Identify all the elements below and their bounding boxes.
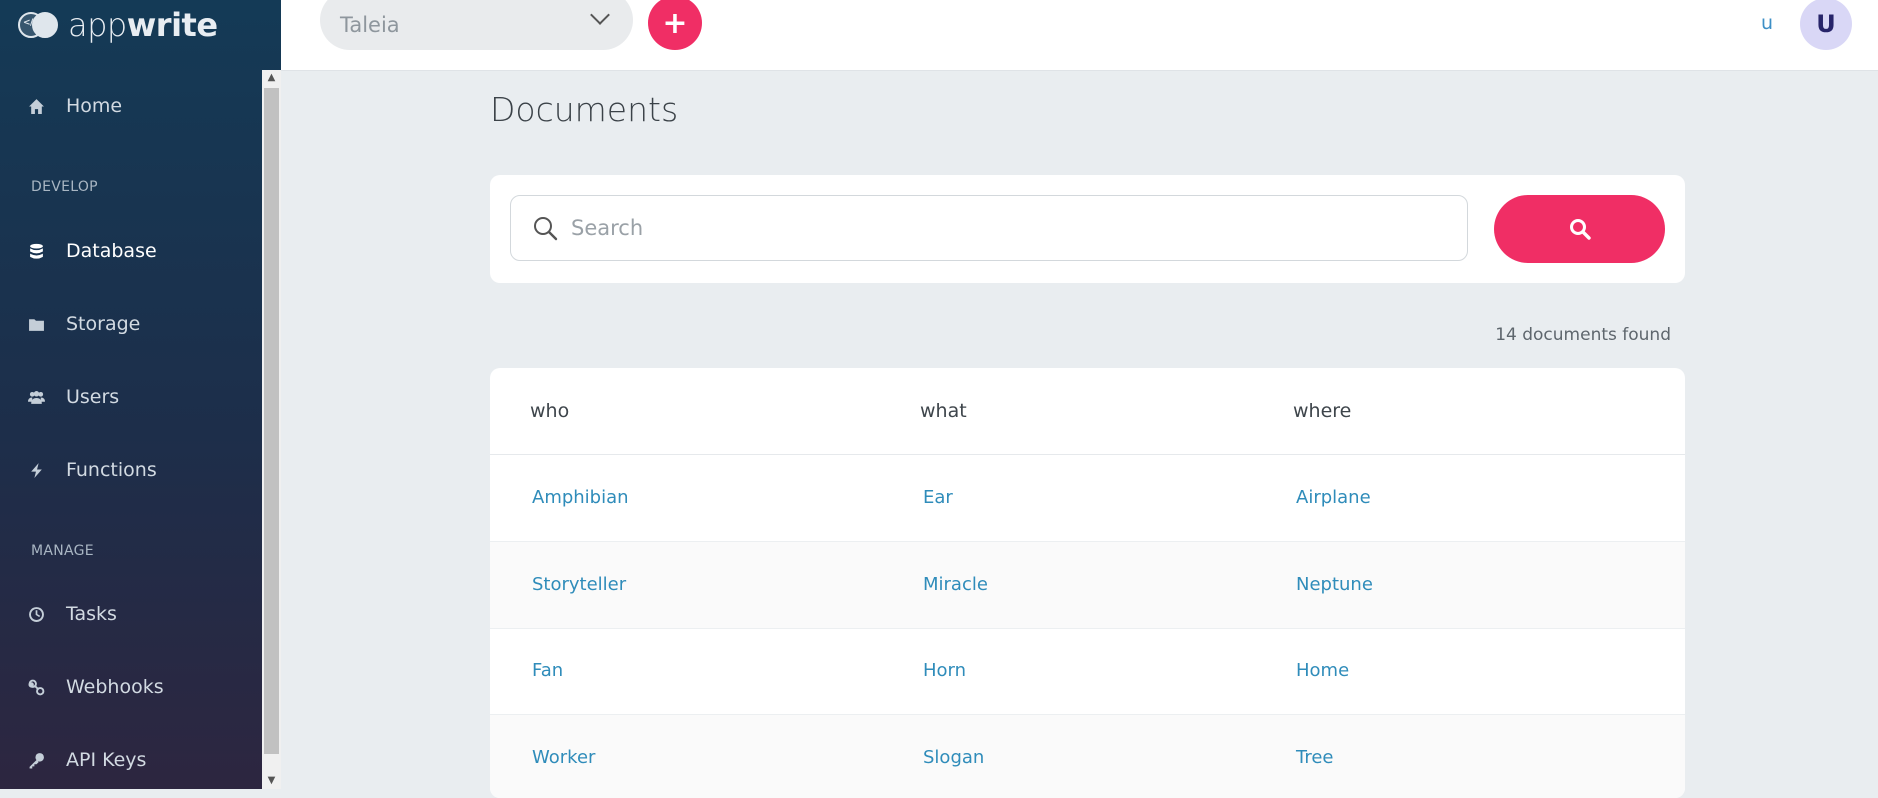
folder-icon <box>28 316 66 333</box>
users-icon <box>28 389 66 406</box>
sidebar-item-label: API Keys <box>66 749 147 771</box>
sidebar-item-users[interactable]: Users <box>0 377 262 417</box>
sidebar-item-tasks[interactable]: Tasks <box>0 594 262 634</box>
cell-where[interactable]: Airplane <box>1296 487 1371 508</box>
sidebar-item-label: Webhooks <box>66 676 164 698</box>
cell-what[interactable]: Slogan <box>923 747 984 768</box>
add-project-button[interactable]: + <box>648 0 702 50</box>
column-header-where: where <box>1293 400 1352 422</box>
section-manage: MANAGE <box>31 543 94 559</box>
project-selector[interactable]: Taleia <box>320 0 633 50</box>
sidebar-item-label: Storage <box>66 313 141 335</box>
search-icon <box>534 217 558 241</box>
sidebar-item-database[interactable]: Database <box>0 231 262 271</box>
sidebar-item-api-keys[interactable]: API Keys <box>0 740 262 780</box>
sidebar-item-label: Home <box>66 95 123 117</box>
link-icon <box>28 679 66 696</box>
clock-icon <box>28 606 66 623</box>
section-develop: DEVELOP <box>31 179 98 195</box>
user-menu-link[interactable]: u <box>1761 12 1773 34</box>
search-button[interactable] <box>1494 195 1665 263</box>
column-header-what: what <box>920 400 967 422</box>
chevron-down-icon <box>590 5 610 25</box>
search-icon <box>1569 219 1591 240</box>
cell-where[interactable]: Home <box>1296 660 1349 681</box>
cell-who[interactable]: Storyteller <box>532 574 626 595</box>
cell-what[interactable]: Horn <box>923 660 966 681</box>
sidebar-item-label: Users <box>66 386 120 408</box>
search-input[interactable] <box>569 215 1453 241</box>
top-header: Taleia + u U <box>281 0 1878 71</box>
table-header: who what where <box>490 368 1685 455</box>
sidebar-item-home[interactable]: Home <box>0 86 262 126</box>
cell-where[interactable]: Neptune <box>1296 574 1373 595</box>
sidebar-item-label: Functions <box>66 459 157 481</box>
sidebar-item-label: Tasks <box>66 603 117 625</box>
sidebar: </> appwrite Home DEVELOP Database Stora… <box>0 0 281 789</box>
sidebar-scrollbar[interactable]: ▲ ▼ <box>262 70 281 789</box>
cell-who[interactable]: Worker <box>532 747 595 768</box>
bolt-icon <box>28 462 66 479</box>
cell-what[interactable]: Ear <box>923 487 953 508</box>
database-icon <box>28 243 66 260</box>
table-row[interactable]: Fan Horn Home <box>490 628 1685 715</box>
documents-table: who what where Amphibian Ear Airplane St… <box>490 368 1685 798</box>
cell-what[interactable]: Miracle <box>923 574 988 595</box>
logo-text-bold: write <box>126 6 218 44</box>
page-title: Documents <box>490 90 679 129</box>
sidebar-item-label: Database <box>66 240 157 262</box>
scroll-down-arrow-icon[interactable]: ▼ <box>262 773 281 789</box>
search-field[interactable] <box>510 195 1468 261</box>
sidebar-item-webhooks[interactable]: Webhooks <box>0 667 262 707</box>
appwrite-logo[interactable]: </> appwrite <box>18 6 218 44</box>
cell-where[interactable]: Tree <box>1296 747 1334 768</box>
sidebar-item-storage[interactable]: Storage <box>0 304 262 344</box>
table-row[interactable]: Amphibian Ear Airplane <box>490 455 1685 542</box>
avatar[interactable]: U <box>1800 0 1852 50</box>
cell-who[interactable]: Amphibian <box>532 487 629 508</box>
table-row[interactable]: Worker Slogan Tree <box>490 715 1685 798</box>
logo-text-light: app <box>68 6 127 44</box>
cell-who[interactable]: Fan <box>532 660 563 681</box>
home-icon <box>28 98 66 115</box>
sidebar-item-functions[interactable]: Functions <box>0 450 262 490</box>
scrollbar-thumb[interactable] <box>264 88 279 754</box>
results-count: 14 documents found <box>1495 325 1671 345</box>
column-header-who: who <box>530 400 570 422</box>
search-card <box>490 175 1685 283</box>
scroll-up-arrow-icon[interactable]: ▲ <box>262 70 281 86</box>
project-name: Taleia <box>340 13 400 37</box>
table-row[interactable]: Storyteller Miracle Neptune <box>490 542 1685 629</box>
logo-icon: </> <box>18 10 60 40</box>
key-icon <box>28 752 66 769</box>
